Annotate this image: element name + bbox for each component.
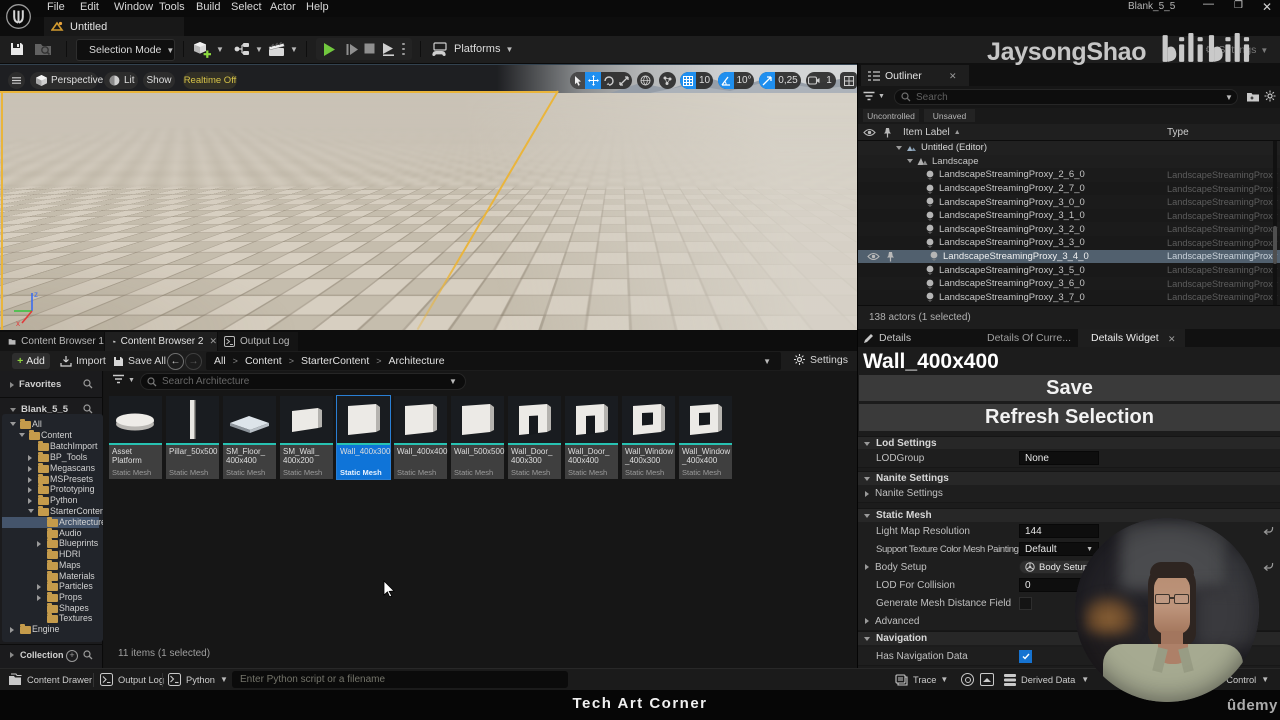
- svg-text:x: x: [16, 319, 20, 327]
- svg-text:z: z: [34, 290, 38, 299]
